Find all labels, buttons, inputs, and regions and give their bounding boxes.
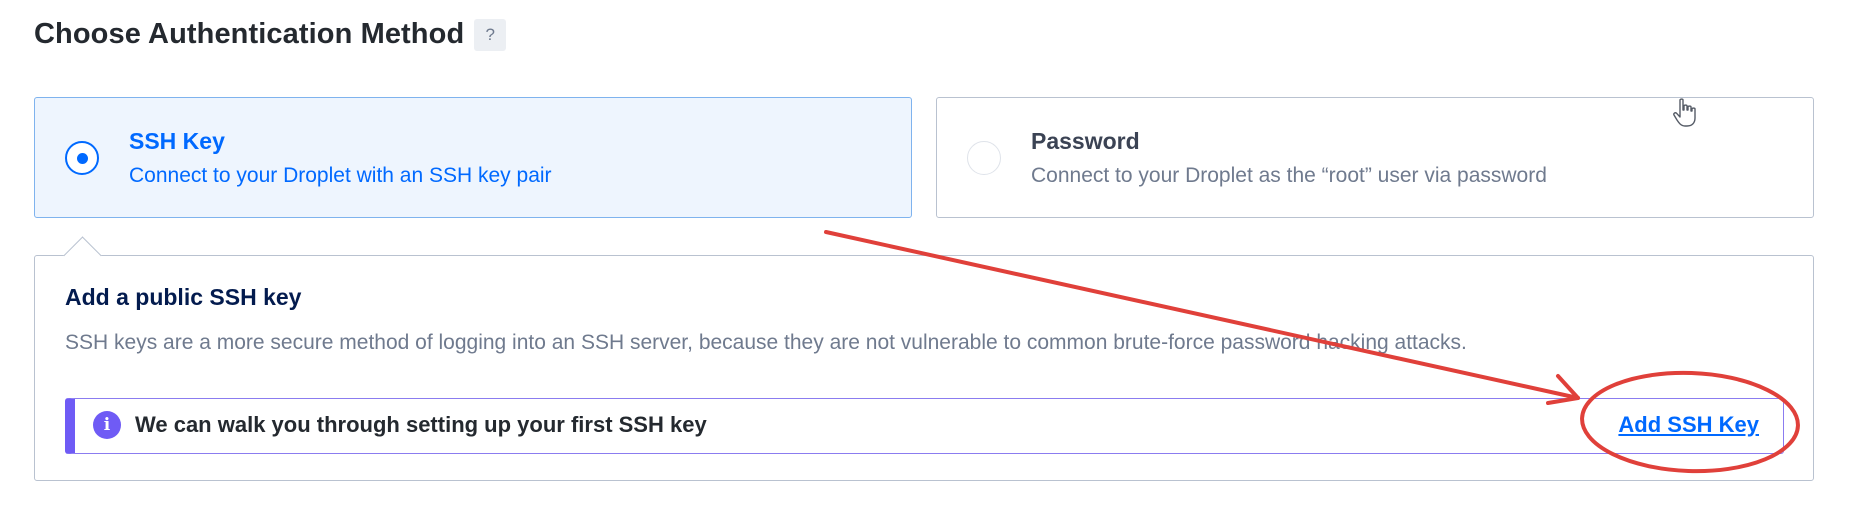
option-description: Connect to your Droplet with an SSH key …: [129, 164, 552, 187]
auth-option-ssh-key[interactable]: SSH Key Connect to your Droplet with an …: [34, 97, 912, 218]
page-title: Choose Authentication Method: [34, 18, 465, 50]
option-description: Connect to your Droplet as the “root” us…: [1031, 164, 1547, 187]
radio-password[interactable]: [967, 141, 1001, 175]
add-ssh-key-link[interactable]: Add SSH Key: [1618, 412, 1759, 438]
ssh-key-panel: Add a public SSH key SSH keys are a more…: [34, 236, 1814, 481]
section-header: Choose Authentication Method ?: [34, 18, 507, 51]
option-title: Password: [1031, 128, 1140, 154]
info-banner: i We can walk you through setting up you…: [65, 398, 1784, 454]
help-icon[interactable]: ?: [474, 18, 507, 51]
info-message: We can walk you through setting up your …: [135, 412, 707, 437]
panel-description: SSH keys are a more secure method of log…: [65, 331, 1467, 354]
hand-cursor-icon: [1673, 98, 1696, 127]
option-title: SSH Key: [129, 128, 225, 154]
panel-title: Add a public SSH key: [65, 284, 302, 310]
radio-ssh-key[interactable]: [65, 141, 99, 175]
info-icon: i: [93, 411, 121, 439]
panel-pointer: [63, 236, 102, 275]
